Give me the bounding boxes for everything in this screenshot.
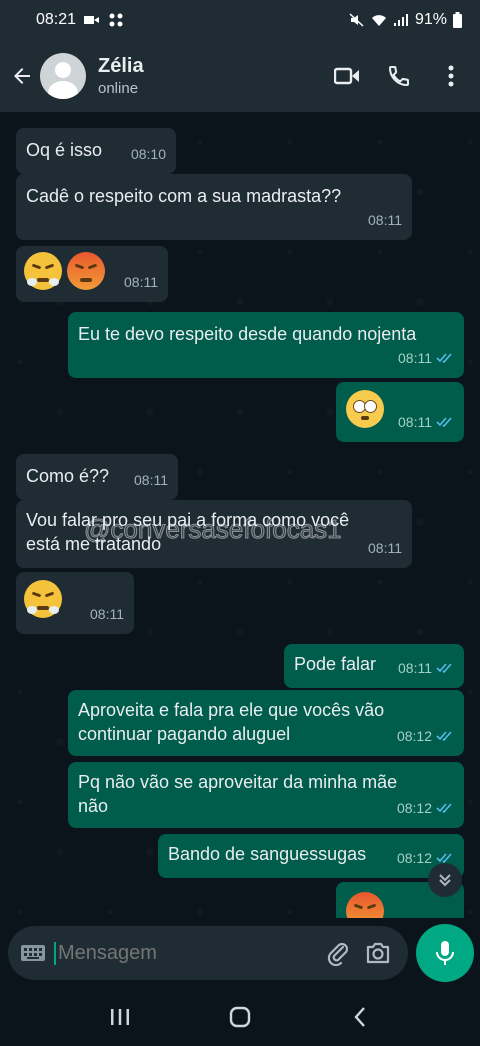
message-time: 08:12 — [396, 850, 432, 866]
status-time: 08:21 — [36, 11, 77, 28]
message-text-line: Vou falar pro seu pai a forma como você — [26, 510, 350, 530]
recent-apps-icon — [111, 1009, 129, 1025]
message-time: 08:11 — [368, 540, 402, 556]
eye-roll-face-icon — [346, 390, 384, 428]
double-check-icon — [436, 731, 452, 742]
message-time: 08:12 — [396, 800, 432, 816]
message-time: 08:11 — [90, 606, 124, 622]
microphone-icon — [436, 941, 454, 965]
message-list[interactable]: Oq é isso 08:10 Cadê o respeito com a su… — [0, 112, 480, 918]
message-time: 08:12 — [396, 728, 432, 744]
scroll-to-bottom-button[interactable] — [428, 863, 462, 897]
back-button[interactable] — [2, 56, 42, 96]
message-text: Como é?? — [26, 466, 110, 486]
chat-header: Zélia online — [0, 40, 480, 112]
battery-icon — [453, 12, 462, 28]
message-text: Eu te devo respeito desde quando nojenta — [78, 324, 417, 344]
face-with-steam-icon — [24, 580, 62, 618]
message-time: 08:11 — [124, 274, 158, 290]
system-nav-bar — [0, 988, 480, 1046]
message-outgoing[interactable]: Pode falar 08:11 — [284, 644, 464, 688]
home-icon — [229, 1006, 251, 1028]
voice-call-button[interactable] — [384, 61, 414, 91]
message-incoming[interactable]: 08:11 — [16, 572, 134, 634]
chevron-double-down-icon — [439, 874, 451, 887]
message-text: Cadê o respeito com a sua madrasta?? — [26, 186, 342, 206]
double-check-icon — [436, 803, 452, 814]
message-text: Pode falar — [294, 654, 377, 674]
phone-icon — [388, 66, 409, 87]
battery-percent: 91% — [414, 11, 447, 28]
message-input-container[interactable] — [8, 926, 408, 980]
message-text-line: Aproveita e fala pra ele que vocês vão — [78, 700, 385, 720]
message-time: 08:11 — [398, 350, 432, 366]
chevron-left-icon — [354, 1007, 365, 1027]
message-text: Bando de sanguessugas — [168, 844, 367, 864]
message-time: 08:10 — [130, 146, 166, 162]
camera-icon[interactable] — [364, 939, 392, 967]
message-incoming[interactable]: 08:11 — [16, 246, 168, 302]
message-incoming[interactable]: Cadê o respeito com a sua madrasta?? 08:… — [16, 174, 412, 240]
video-call-button[interactable] — [332, 61, 362, 91]
double-check-icon — [436, 417, 452, 428]
status-bar: 08:21 91% — [0, 0, 480, 40]
contact-info[interactable]: Zélia online — [98, 55, 144, 97]
signal-icon — [393, 14, 408, 26]
message-time: 08:11 — [398, 660, 432, 676]
paperclip-icon[interactable] — [324, 939, 352, 967]
message-text: Oq é isso — [26, 140, 103, 160]
video-camera-icon — [334, 67, 359, 85]
face-with-steam-icon — [24, 252, 62, 290]
message-time: 08:11 — [398, 414, 432, 430]
more-options-button[interactable] — [436, 61, 466, 91]
message-time: 08:11 — [368, 212, 402, 228]
recent-apps-button[interactable] — [100, 997, 140, 1037]
home-button[interactable] — [220, 997, 260, 1037]
video-recording-icon — [84, 16, 100, 24]
avatar[interactable] — [40, 53, 86, 99]
message-text-line: Pq não vão se aproveitar da minha mãe — [78, 772, 398, 792]
kebab-menu-icon — [448, 65, 454, 87]
message-outgoing[interactable]: Aproveita e fala pra ele que vocês vão c… — [68, 690, 464, 756]
message-text-line: está me tratando — [26, 534, 162, 554]
back-nav-button[interactable] — [340, 997, 380, 1037]
message-input[interactable] — [54, 941, 304, 965]
message-outgoing[interactable]: 08:11 — [336, 382, 464, 442]
app-grid-icon — [109, 13, 123, 27]
mute-icon — [349, 13, 364, 27]
message-outgoing[interactable]: Eu te devo respeito desde quando nojenta… — [68, 312, 464, 378]
message-time: 08:11 — [134, 472, 168, 488]
message-outgoing[interactable]: Pq não vão se aproveitar da minha mãe nã… — [68, 762, 464, 828]
voice-message-button[interactable] — [416, 924, 474, 982]
message-outgoing[interactable]: Bando de sanguessugas 08:12 — [158, 834, 464, 878]
composer — [0, 918, 480, 988]
double-check-icon — [436, 663, 452, 674]
wifi-icon — [371, 15, 386, 26]
arrow-left-icon — [14, 68, 30, 84]
angry-face-icon — [67, 252, 106, 290]
message-incoming[interactable]: Vou falar pro seu pai a forma como você … — [16, 500, 412, 568]
double-check-icon — [436, 353, 452, 364]
message-incoming[interactable]: Como é?? 08:11 — [16, 454, 178, 500]
keyboard-icon[interactable] — [20, 943, 46, 963]
contact-status: online — [98, 80, 139, 97]
contact-name: Zélia — [98, 55, 144, 77]
message-incoming[interactable]: Oq é isso 08:10 — [16, 128, 176, 174]
angry-face-icon — [346, 892, 384, 918]
